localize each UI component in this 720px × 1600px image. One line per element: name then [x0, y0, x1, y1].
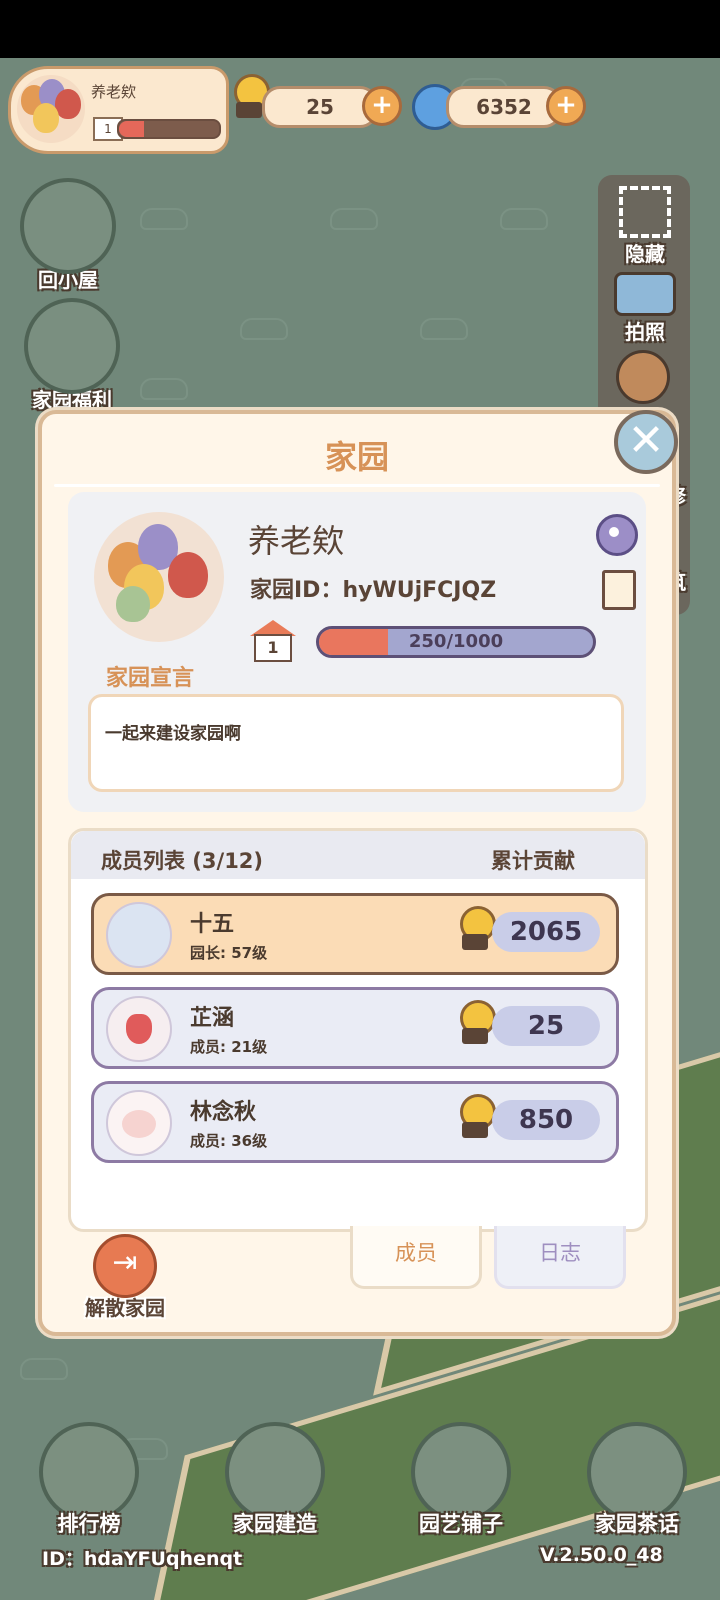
frame-icon — [619, 186, 671, 238]
garden-level: 1 — [254, 634, 292, 662]
garden-id-value: hyWUjFCJQZ — [342, 578, 497, 603]
photo-label: 拍照 — [625, 320, 665, 344]
member-role: 园长: 57级 — [190, 944, 268, 962]
balloons-avatar-icon — [94, 512, 224, 642]
garden-id-label: 家园ID： — [250, 578, 343, 603]
members-title: 成员列表 (3/12) — [101, 849, 264, 873]
hide-label: 隐藏 — [625, 242, 665, 266]
build-button[interactable]: 家园建造 — [210, 1422, 340, 1538]
declaration-label: 家园宣言 — [106, 666, 195, 691]
dissolve-garden-button[interactable]: 解散家园 — [60, 1234, 190, 1321]
welfare-button[interactable]: 家园福利 — [12, 298, 132, 413]
snail-trophy-icon — [454, 1000, 496, 1044]
member-name: 十五 — [190, 912, 235, 937]
contribution-header: 累计贡献 — [491, 849, 575, 873]
snail-trophy-icon — [454, 1094, 496, 1138]
member-role: 成员: 21级 — [190, 1038, 268, 1056]
status-bar — [0, 0, 720, 58]
chat-label: 家园茶话 — [595, 1512, 679, 1536]
exit-door-icon — [93, 1234, 157, 1298]
garden-name: 养老欸 — [248, 522, 345, 560]
close-button[interactable]: ✕ — [614, 410, 678, 474]
member-row[interactable]: 芷涵 成员: 21级 25 — [91, 987, 619, 1069]
snail-currency-plus-button[interactable]: + — [362, 86, 402, 126]
member-contribution: 2065 — [492, 912, 600, 952]
version-label: V.2.50.0_48 — [540, 1544, 663, 1566]
member-row[interactable]: 林念秋 成员: 36级 850 — [91, 1081, 619, 1163]
ranking-label: 排行榜 — [57, 1512, 121, 1536]
garden-info-card: 养老欸 家园ID：hyWUjFCJQZ 1 250/1000 家园宣言 一起来建… — [68, 492, 646, 812]
dialog-title: 家园 — [324, 438, 389, 476]
copy-icon[interactable] — [602, 570, 636, 610]
member-contribution: 850 — [492, 1100, 600, 1140]
spiral-currency-value: 6352 — [446, 86, 562, 128]
tab-log[interactable]: 日志 — [494, 1226, 626, 1289]
character-icon[interactable] — [616, 350, 670, 404]
members-card: 成员列表 (3/12) 累计贡献 十五 园长: 57级 2065 芷涵 成员: … — [68, 828, 648, 1232]
tab-members[interactable]: 成员 — [350, 1226, 482, 1289]
snail-currency-value: 25 — [262, 86, 378, 128]
chat-bubbles-icon — [587, 1422, 687, 1522]
spiral-currency-plus-button[interactable]: + — [546, 86, 586, 126]
snail-trophy-icon — [454, 906, 496, 950]
photo-button[interactable]: 拍照 — [602, 272, 688, 345]
podium-icon — [39, 1422, 139, 1522]
garden-level-house-icon: 1 — [250, 620, 296, 662]
member-name: 林念秋 — [190, 1100, 257, 1125]
declaration-textbox[interactable]: 一起来建设家园啊 — [88, 694, 624, 792]
garden-id-row: 家园ID：hyWUjFCJQZ — [250, 572, 496, 604]
bricks-trowel-icon — [225, 1422, 325, 1522]
settings-gear-icon[interactable] — [596, 514, 638, 556]
camera-icon — [614, 272, 676, 316]
profile-progress-fill — [119, 121, 144, 137]
ranking-button[interactable]: 排行榜 — [24, 1422, 154, 1538]
build-label: 家园建造 — [233, 1512, 317, 1536]
member-contribution: 25 — [492, 1006, 600, 1046]
player-id: ID：hdaYFUqhenqt — [42, 1548, 243, 1570]
balloons-avatar-icon — [17, 75, 85, 143]
shop-label: 园艺铺子 — [419, 1512, 503, 1536]
profile-progress-bar — [117, 119, 221, 139]
bunny-with-flowers-icon — [106, 902, 172, 968]
hide-button[interactable]: 隐藏 — [602, 186, 688, 267]
shop-button[interactable]: 园艺铺子 — [396, 1422, 526, 1538]
members-header: 成员列表 (3/12) 累计贡献 — [71, 831, 645, 879]
title-divider — [54, 484, 660, 487]
profile-name: 养老欸 — [91, 83, 137, 101]
declaration-text: 一起来建设家园啊 — [105, 724, 241, 744]
gift-icon — [24, 298, 120, 394]
house-icon — [20, 178, 116, 274]
garden-exp-bar: 250/1000 — [316, 626, 596, 658]
garden-dialog: 家园 养老欸 家园ID：hyWUjFCJQZ 1 250/1000 家园宣言 一… — [38, 410, 678, 1336]
member-name: 芷涵 — [190, 1006, 235, 1031]
garden-exp-text: 250/1000 — [408, 631, 504, 652]
profile-chip[interactable]: 养老欸 1 — [8, 66, 229, 154]
home-button[interactable]: 回小屋 — [18, 178, 118, 293]
chat-button[interactable]: 家园茶话 — [572, 1422, 702, 1538]
bunny-face-icon — [106, 1090, 172, 1156]
member-row[interactable]: 十五 园长: 57级 2065 — [91, 893, 619, 975]
member-role: 成员: 36级 — [190, 1132, 268, 1150]
strawberry-icon — [106, 996, 172, 1062]
planter-icon — [411, 1422, 511, 1522]
